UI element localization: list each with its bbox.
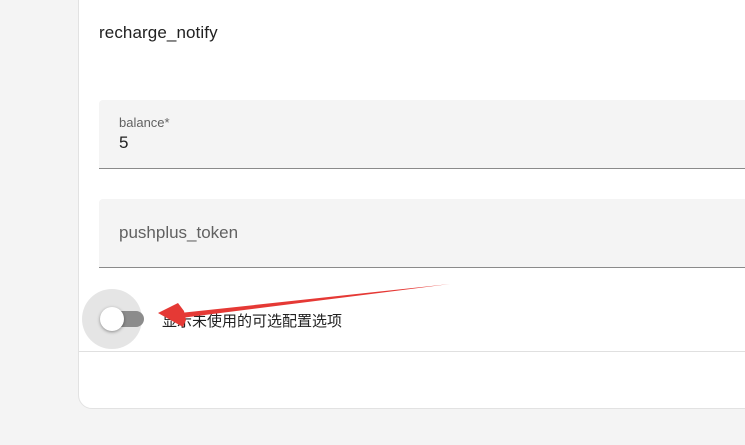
pushplus-token-placeholder: pushplus_token	[119, 223, 239, 242]
pushplus-token-field[interactable]: pushplus_token	[99, 199, 745, 268]
show-unused-options-label: 显示未使用的可选配置选项	[162, 312, 343, 330]
page: recharge_notify balance* pushplus_token …	[0, 0, 745, 445]
balance-label: balance*	[119, 115, 170, 130]
balance-input[interactable]	[119, 133, 679, 153]
toggle-thumb[interactable]	[100, 307, 124, 331]
section-divider	[79, 351, 745, 352]
show-unused-options-row: 显示未使用的可选配置选项	[82, 289, 745, 351]
balance-field[interactable]: balance*	[99, 100, 745, 169]
card-title: recharge_notify	[99, 23, 218, 42]
